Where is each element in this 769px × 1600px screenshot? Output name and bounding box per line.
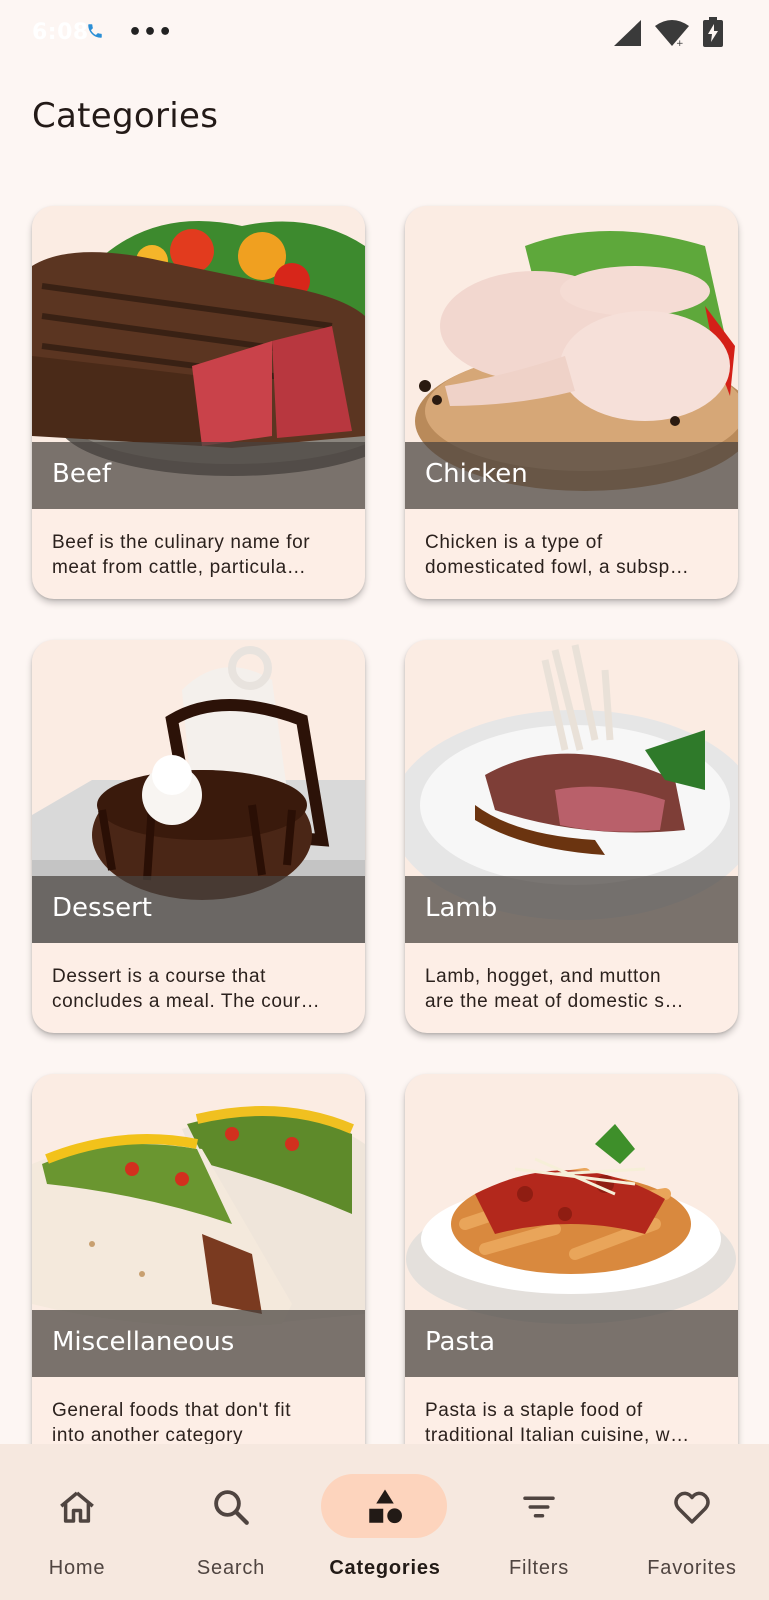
categories-icon [369, 1489, 402, 1524]
category-title: Miscellaneous [52, 1327, 235, 1357]
heart-icon [674, 1491, 710, 1524]
status-overflow-dots: ••• [128, 20, 174, 45]
nav-label: Favorites [647, 1557, 737, 1579]
nav-label: Home [48, 1557, 106, 1579]
category-card-beef[interactable]: Beef Beef is the culinary name for meat … [32, 206, 365, 599]
category-description: Beef is the culinary name for meat from … [52, 532, 311, 578]
category-title: Chicken [425, 459, 528, 489]
nav-label: Categories [329, 1557, 441, 1579]
filter-icon [523, 1496, 555, 1518]
category-card-lamb[interactable]: Lamb Lamb, hogget, and mutton are the me… [405, 640, 738, 1033]
bottom-navigation: Home Search Categories Filters Favorites [0, 1444, 769, 1600]
category-card-miscellaneous[interactable]: Miscellaneous General foods that don't f… [32, 1074, 365, 1467]
status-bar: 6:08 ••• + [0, 0, 769, 66]
category-description: Chicken is a type of domesticated fowl, … [425, 532, 690, 578]
status-time: 6:08 [32, 20, 89, 45]
nav-label: Filters [508, 1557, 570, 1579]
category-card-dessert[interactable]: Dessert Dessert is a course that conclud… [32, 640, 365, 1033]
nav-item-search[interactable]: Search [154, 1444, 308, 1600]
category-description: Pasta is a staple food of traditional It… [425, 1400, 690, 1446]
phone-call-icon [86, 22, 104, 44]
category-title: Pasta [425, 1327, 496, 1357]
category-title: Dessert [52, 893, 152, 923]
signal-icon [612, 18, 642, 52]
battery-charging-icon [702, 17, 724, 51]
category-card-chicken[interactable]: Chicken Chicken is a type of domesticate… [405, 206, 738, 599]
category-title: Lamb [425, 893, 498, 923]
categories-screen: 6:08 ••• + Categories Beef Beef is the c… [0, 0, 769, 1600]
category-description: General foods that don't fit into anothe… [52, 1400, 292, 1446]
category-description: Lamb, hogget, and mutton are the meat of… [425, 966, 685, 1012]
page-title: Categories [32, 96, 219, 136]
search-icon [214, 1490, 249, 1525]
nav-item-categories[interactable]: Categories [308, 1444, 462, 1600]
nav-item-favorites[interactable]: Favorites [615, 1444, 769, 1600]
category-description: Dessert is a course that concludes a mea… [52, 966, 321, 1012]
wifi-icon: + [654, 18, 690, 52]
nav-item-filters[interactable]: Filters [462, 1444, 616, 1600]
nav-label: Search [196, 1557, 266, 1579]
nav-item-home[interactable]: Home [0, 1444, 154, 1600]
svg-text:+: + [676, 39, 684, 48]
home-icon [60, 1491, 94, 1523]
category-card-pasta[interactable]: Pasta Pasta is a staple food of traditio… [405, 1074, 738, 1467]
category-title: Beef [52, 459, 111, 489]
